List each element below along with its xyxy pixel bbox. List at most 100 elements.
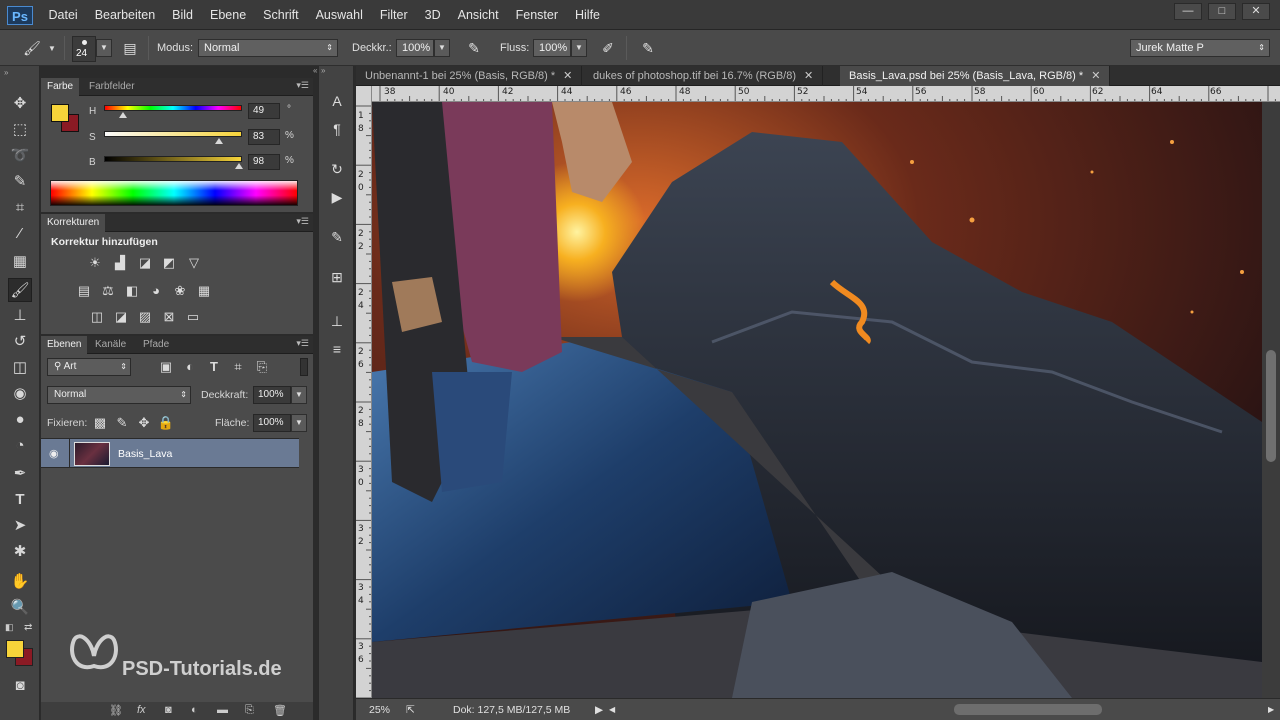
actions-panel-icon[interactable]: ▶: [325, 186, 349, 208]
lock-position-icon[interactable]: ✥: [135, 414, 153, 432]
history-panel-icon[interactable]: ↻: [325, 158, 349, 180]
collapse-arrows-icon[interactable]: »: [321, 66, 325, 75]
brush-panel-icon[interactable]: ✎: [325, 226, 349, 248]
eyedropper-tool-icon[interactable]: ⁄: [8, 222, 32, 246]
filter-shape-icon[interactable]: ⌗: [229, 358, 247, 376]
menu-schrift[interactable]: Schrift: [255, 8, 307, 22]
pen-tool-icon[interactable]: ✒: [8, 462, 32, 486]
panel-foreground-color[interactable]: [51, 104, 69, 122]
new-adjustment-icon[interactable]: ◐: [191, 704, 198, 716]
add-mask-icon[interactable]: ◙: [165, 704, 172, 716]
menu-ebene[interactable]: Ebene: [202, 8, 255, 22]
menu-auswahl[interactable]: Auswahl: [307, 8, 371, 22]
horizontal-scroll-thumb[interactable]: [954, 704, 1102, 715]
gradient-tool-icon[interactable]: ◉: [8, 382, 32, 406]
pressure-opacity-icon[interactable]: ✎: [464, 38, 484, 58]
close-icon[interactable]: ✕: [804, 70, 813, 82]
tool-preset-dropdown[interactable]: ▼: [46, 41, 58, 55]
quick-mask-icon[interactable]: ◙: [8, 674, 32, 698]
swap-colors-icon[interactable]: ⇄: [24, 622, 32, 633]
default-colors-icon[interactable]: ◧: [5, 622, 14, 633]
b-slider-thumb[interactable]: [235, 163, 244, 169]
collapse-arrows-icon[interactable]: »: [4, 68, 8, 77]
zoom-level[interactable]: 25%: [369, 704, 390, 716]
lock-transparent-icon[interactable]: ▩: [91, 414, 109, 432]
h-value[interactable]: 49: [248, 103, 280, 119]
minimize-button[interactable]: —: [1174, 3, 1202, 20]
vertical-scrollbar[interactable]: [1262, 102, 1280, 698]
vibrance-icon[interactable]: ▽: [185, 254, 203, 272]
zoom-tool-icon[interactable]: 🔍: [8, 596, 32, 620]
maximize-button[interactable]: □: [1208, 3, 1236, 20]
crop-tool-icon[interactable]: ⌗: [8, 196, 32, 220]
new-group-icon[interactable]: ▬: [217, 704, 228, 716]
properties-panel-icon[interactable]: ≡: [325, 338, 349, 360]
brush-size-picker[interactable]: 24: [72, 36, 96, 62]
layer-row[interactable]: ◉ Basis_Lava: [41, 438, 299, 468]
panel-menu-icon[interactable]: ▾☰: [296, 80, 309, 91]
foreground-color-swatch[interactable]: [6, 640, 24, 658]
s-slider-thumb[interactable]: [214, 138, 223, 144]
tab-unbenannt-1[interactable]: Unbenannt-1 bei 25% (Basis, RGB/8) * ✕: [356, 66, 583, 86]
levels-icon[interactable]: ▟: [111, 254, 129, 272]
clone-source-panel-icon[interactable]: ⊞: [325, 266, 349, 288]
quick-selection-tool-icon[interactable]: ✎: [8, 170, 32, 194]
brush-tool-preset-icon[interactable]: 🖌: [22, 38, 42, 58]
blend-mode-select[interactable]: Normal ⇕: [47, 386, 191, 404]
fill-dropdown[interactable]: ▼: [291, 414, 307, 432]
brush-panel-toggle-icon[interactable]: ▤: [120, 38, 140, 58]
scroll-left-icon[interactable]: ◀: [609, 705, 615, 714]
document-canvas[interactable]: [372, 102, 1262, 698]
b-slider[interactable]: [104, 156, 242, 162]
lock-image-icon[interactable]: ✎: [113, 414, 131, 432]
s-slider[interactable]: [104, 131, 242, 137]
menu-bild[interactable]: Bild: [164, 8, 202, 22]
menu-3d[interactable]: 3D: [416, 8, 449, 22]
filter-pixel-icon[interactable]: ▣: [157, 358, 175, 376]
tab-ebenen[interactable]: Ebenen: [41, 336, 88, 354]
photo-filter-icon[interactable]: ◕: [147, 282, 165, 300]
pressure-size-icon[interactable]: ✎: [638, 38, 658, 58]
dodge-tool-icon[interactable]: ◔: [8, 434, 32, 458]
selective-color-icon[interactable]: ⊠: [160, 308, 178, 326]
shape-tool-icon[interactable]: ✱: [8, 540, 32, 564]
menu-ansicht[interactable]: Ansicht: [449, 8, 507, 22]
eraser-tool-icon[interactable]: ◫: [8, 356, 32, 380]
tab-korrekturen[interactable]: Korrekturen: [41, 214, 106, 232]
black-white-icon[interactable]: ◧: [123, 282, 141, 300]
h-slider-thumb[interactable]: [118, 112, 127, 118]
h-slider[interactable]: [104, 105, 242, 111]
export-icon[interactable]: ⇱: [406, 704, 415, 716]
tab-dukes-of-photoshop[interactable]: dukes of photoshop.tif bei 16.7% (RGB/8)…: [584, 66, 824, 86]
scroll-right-icon[interactable]: ▶: [1268, 705, 1274, 714]
close-icon[interactable]: ✕: [1091, 70, 1100, 82]
layer-style-icon[interactable]: fx: [137, 704, 146, 716]
lasso-tool-icon[interactable]: ➰: [8, 144, 32, 168]
move-tool-icon[interactable]: ✥: [8, 92, 32, 116]
brush-tool-icon[interactable]: 🖌: [8, 278, 32, 302]
deckkraft-input[interactable]: 100%: [396, 39, 434, 57]
close-icon[interactable]: ✕: [563, 70, 572, 82]
deckkraft-dropdown[interactable]: ▼: [434, 39, 450, 57]
tab-kanaele[interactable]: Kanäle: [89, 336, 132, 354]
hue-saturation-icon[interactable]: ▤: [75, 282, 93, 300]
opacity-dropdown[interactable]: ▼: [291, 386, 307, 404]
menu-fenster[interactable]: Fenster: [507, 8, 566, 22]
path-selection-tool-icon[interactable]: ➤: [8, 514, 32, 538]
link-layers-icon[interactable]: ⛓: [109, 704, 123, 717]
brush-picker-dropdown[interactable]: ▼: [96, 39, 112, 57]
filter-smartobject-icon[interactable]: ⎘: [253, 358, 271, 376]
s-value[interactable]: 83: [248, 129, 280, 145]
filter-adjustment-icon[interactable]: ◐: [181, 358, 199, 376]
tab-farbfelder[interactable]: Farbfelder: [83, 78, 141, 96]
fill-input[interactable]: 100%: [253, 414, 291, 432]
gradient-map-icon[interactable]: ▭: [184, 308, 202, 326]
airbrush-icon[interactable]: ✐: [598, 38, 618, 58]
menu-bearbeiten[interactable]: Bearbeiten: [86, 8, 163, 22]
filter-toggle[interactable]: [300, 358, 308, 376]
tab-pfade[interactable]: Pfade: [137, 336, 175, 354]
tool-presets-panel-icon[interactable]: ⊥: [325, 310, 349, 332]
hand-tool-icon[interactable]: ✋: [8, 570, 32, 594]
fluss-dropdown[interactable]: ▼: [571, 39, 587, 57]
color-lookup-icon[interactable]: ▦: [195, 282, 213, 300]
